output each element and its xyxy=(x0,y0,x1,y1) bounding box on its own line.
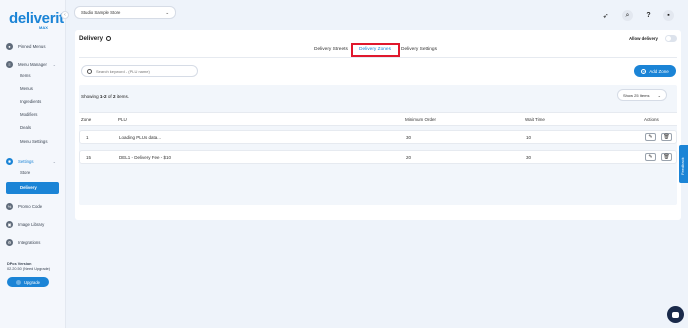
sidebar-subitem-deals[interactable]: Deals xyxy=(20,125,31,130)
chevron-down-icon: ⌄ xyxy=(657,92,661,98)
sidebar-item-image-library[interactable]: ▣ Image Library xyxy=(6,219,59,229)
gear-icon: ✱ xyxy=(6,157,13,165)
version-value: 02.20.50 (Need Upgrade) xyxy=(7,267,51,271)
page-title: Delivery xyxy=(79,35,112,42)
plug-icon: ⚙ xyxy=(6,238,13,246)
sidebar-item-label: Settings xyxy=(18,158,34,164)
add-zone-label: Add Zone xyxy=(649,68,669,74)
help-icon[interactable]: ? xyxy=(643,10,654,21)
sidebar-subitem-menu-settings[interactable]: Menu Settings xyxy=(20,139,47,144)
sidebar-item-label: Pinned Menus xyxy=(18,43,46,49)
cell-minimum-order: 30 xyxy=(406,135,412,140)
search-icon xyxy=(87,68,92,74)
tab-divider xyxy=(79,57,677,58)
trash-icon[interactable]: 🗑 xyxy=(661,133,672,141)
pin-icon: ● xyxy=(6,42,13,50)
column-header-minimum-order: Minimum Order xyxy=(405,117,437,122)
toggle-knob xyxy=(666,36,671,41)
upgrade-button[interactable]: Upgrade xyxy=(7,277,49,287)
upgrade-icon xyxy=(15,279,21,285)
tab-delivery-settings[interactable]: Delivery Settings xyxy=(401,47,437,52)
sidebar-subitem-items[interactable]: Items xyxy=(20,73,31,78)
cell-minimum-order: 20 xyxy=(406,155,412,160)
items-summary: Showing 1-2 of 2 items. xyxy=(81,94,129,99)
rocket-icon[interactable]: ➶ xyxy=(600,10,611,21)
sidebar-item-label: Image Library xyxy=(18,221,45,227)
info-icon[interactable] xyxy=(106,36,112,41)
upgrade-label: Upgrade xyxy=(23,279,41,285)
cell-wait-time: 10 xyxy=(526,135,532,140)
sidebar-item-label: Promo Code xyxy=(18,203,43,209)
column-header-wait-time: Wait Time xyxy=(525,117,545,122)
chevron-down-icon: ⌄ xyxy=(165,9,169,15)
tab-delivery-streets[interactable]: Delivery Streets xyxy=(314,47,348,52)
sidebar-subitem-modifiers[interactable]: Modifiers xyxy=(20,112,37,117)
cell-zone: 15 xyxy=(86,155,92,160)
sidebar-item-label: Menu Manager xyxy=(18,61,47,67)
logo-text: deliverit xyxy=(9,10,64,27)
sidebar: deliverit MAX ● Pinned Menus ≡ Menu Mana… xyxy=(0,0,66,328)
summary-suffix: items. xyxy=(115,94,130,99)
zones-panel: Showing 1-2 of 2 items. Show 25 Items ⌄ … xyxy=(79,85,677,205)
sidebar-item-menu-manager[interactable]: ≡ Menu Manager ⌄ xyxy=(6,59,59,69)
chat-button[interactable] xyxy=(667,306,684,323)
chevron-down-icon: ⌄ xyxy=(52,61,56,67)
add-zone-button[interactable]: + Add Zone xyxy=(634,65,676,77)
allow-delivery-label: Allow delivery xyxy=(629,36,658,41)
page-size-value: Show 25 Items xyxy=(623,92,650,98)
cell-wait-time: 30 xyxy=(526,155,532,160)
tab-highlight-box xyxy=(351,43,400,57)
sidebar-subitem-delivery[interactable]: Delivery xyxy=(6,182,59,194)
plus-icon: + xyxy=(641,68,647,74)
store-select-value: Studio Sample Store xyxy=(81,10,121,15)
table-header: Zone PLU Minimum Order Wait Time Actions xyxy=(79,112,677,126)
column-header-actions: Actions xyxy=(644,117,659,122)
table-row: 15 DEL1 - Delivery Fee - $10 20 30 ✎ 🗑 xyxy=(79,150,677,164)
sidebar-subitem-store[interactable]: Store xyxy=(20,170,30,175)
summary-range: 1-2 xyxy=(99,94,107,99)
feedback-tab[interactable]: Feedback xyxy=(679,145,688,183)
logo-subtext: MAX xyxy=(39,25,48,30)
paperclip-icon[interactable]: ⌕ xyxy=(622,10,633,21)
sidebar-item-label: Integrations xyxy=(18,239,41,245)
cell-plu: Loading PLUs data... xyxy=(119,135,162,140)
chat-icon xyxy=(672,311,679,318)
column-header-plu: PLU xyxy=(118,117,127,122)
allow-delivery-toggle[interactable] xyxy=(665,35,677,42)
cell-zone: 1 xyxy=(86,135,89,140)
main-card: Delivery Allow delivery Delivery Streets… xyxy=(75,30,681,220)
sidebar-subitem-menus[interactable]: Menus xyxy=(20,86,33,91)
menu-icon: ≡ xyxy=(6,60,13,68)
feedback-label: Feedback xyxy=(680,157,685,175)
page-title-text: Delivery xyxy=(79,35,104,42)
sidebar-subitem-label: Delivery xyxy=(20,185,37,190)
sidebar-item-promo-code[interactable]: % Promo Code xyxy=(6,201,59,211)
search-input[interactable] xyxy=(96,68,196,74)
bell-icon[interactable]: ▪ xyxy=(663,10,674,21)
sidebar-item-pinned-menus[interactable]: ● Pinned Menus xyxy=(6,41,59,51)
tag-icon: % xyxy=(6,202,13,210)
summary-prefix: Showing xyxy=(81,94,100,99)
trash-icon[interactable]: 🗑 xyxy=(661,153,672,161)
table-row: 1 Loading PLUs data... 30 10 ✎ 🗑 xyxy=(79,130,677,144)
sidebar-item-settings[interactable]: ✱ Settings ⌄ xyxy=(6,156,59,166)
image-icon: ▣ xyxy=(6,220,13,228)
page-size-select[interactable]: Show 25 Items ⌄ xyxy=(617,89,667,101)
sidebar-subitem-ingredients[interactable]: Ingredients xyxy=(20,99,41,104)
logo[interactable]: deliverit MAX xyxy=(9,10,64,30)
chevron-down-icon: ⌄ xyxy=(52,158,56,164)
edit-icon[interactable]: ✎ xyxy=(645,153,656,161)
search-box[interactable] xyxy=(81,65,198,77)
column-header-zone: Zone xyxy=(81,117,92,122)
sidebar-item-integrations[interactable]: ⚙ Integrations xyxy=(6,237,59,247)
cell-plu: DEL1 - Delivery Fee - $10 xyxy=(119,155,172,160)
store-select[interactable]: Studio Sample Store ⌄ xyxy=(74,6,176,19)
edit-icon[interactable]: ✎ xyxy=(645,133,656,141)
collapse-sidebar-button[interactable]: ‹ xyxy=(61,11,69,19)
version-info: DPos Version 02.20.50 (Need Upgrade) xyxy=(7,262,50,272)
